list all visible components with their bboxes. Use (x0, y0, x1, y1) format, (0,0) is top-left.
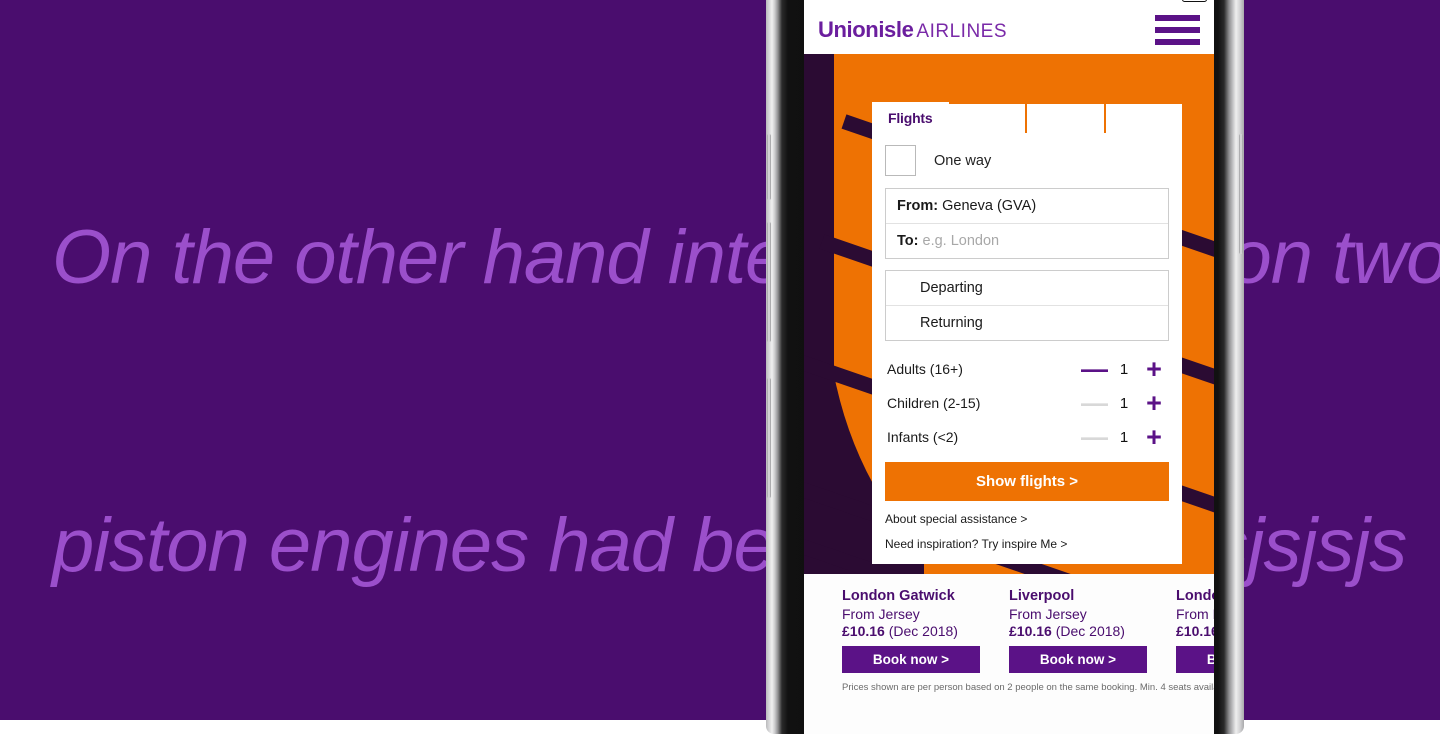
brand-subtitle: AIRLINES (916, 21, 1007, 42)
hero-artwork: Flights Hotels Cars Holidays One way Fro… (804, 54, 1214, 574)
adults-count: 1 (1107, 361, 1141, 378)
deal-price-value: £10.16 (1176, 623, 1214, 639)
booking-form: One way From: Geneva (GVA) To: e.g. Lond… (872, 133, 1182, 564)
deal-price: £10.16 (Jan 2019) (1176, 623, 1214, 639)
book-now-button[interactable]: Book now > (1009, 646, 1147, 673)
from-field[interactable]: From: Geneva (GVA) (886, 189, 1168, 223)
tab-holidays[interactable]: Holidays (1106, 102, 1183, 133)
deal-card: London Gatwick From Jersey £10.16 (Dec 2… (842, 588, 987, 673)
route-fieldgroup: From: Geneva (GVA) To: e.g. London (885, 188, 1169, 259)
deal-price-value: £10.16 (1009, 623, 1052, 639)
passenger-row-children: Children (2-15) — 1 + (885, 386, 1169, 420)
phone-mockup: ●●●○○ BELL ▿ 4:21 PM ❀ 100% UnionisleAIR… (766, 0, 1244, 734)
booking-card: Flights Hotels Cars Holidays One way Fro… (872, 102, 1182, 564)
tab-flights[interactable]: Flights (872, 102, 949, 133)
deal-card: Liverpool From Jersey £10.16 (Dec 2018) … (1009, 588, 1154, 673)
phone-screen: ●●●○○ BELL ▿ 4:21 PM ❀ 100% UnionisleAIR… (804, 0, 1214, 734)
one-way-checkbox[interactable] (885, 145, 916, 176)
passenger-label: Children (2-15) (887, 395, 1081, 411)
deal-card: London Gatwick From Inverness £10.16 (Ja… (1176, 588, 1214, 673)
phone-silent-switch[interactable] (767, 134, 771, 200)
app-header: UnionisleAIRLINES (804, 6, 1214, 54)
hamburger-menu-icon[interactable] (1155, 15, 1200, 45)
one-way-label: One way (934, 153, 991, 169)
deal-destination: Liverpool (1009, 588, 1154, 604)
dates-fieldgroup: Departing Returning (885, 270, 1169, 341)
from-value: Geneva (GVA) (942, 198, 1036, 214)
departing-field[interactable]: Departing (886, 271, 1168, 305)
deals-strip: London Gatwick From Jersey £10.16 (Dec 2… (804, 574, 1214, 734)
passenger-label: Adults (16+) (887, 361, 1081, 377)
adults-increment-button[interactable]: + (1141, 359, 1167, 379)
deal-origin: From Jersey (842, 606, 987, 622)
deal-price: £10.16 (Dec 2018) (842, 623, 987, 639)
tab-hotels[interactable]: Hotels (949, 102, 1028, 133)
battery-icon (1182, 0, 1207, 2)
returning-field[interactable]: Returning (886, 305, 1168, 340)
inspire-me-link[interactable]: Need inspiration? Try inspire Me > (885, 537, 1169, 551)
deal-price-period: (Dec 2018) (1056, 623, 1125, 639)
special-assistance-link[interactable]: About special assistance > (885, 512, 1169, 526)
book-now-button[interactable]: Book now > (1176, 646, 1214, 673)
to-field[interactable]: To: e.g. London (886, 223, 1168, 258)
deals-list: London Gatwick From Jersey £10.16 (Dec 2… (804, 588, 1214, 673)
booking-tabs: Flights Hotels Cars Holidays (872, 102, 1182, 133)
to-placeholder: e.g. London (923, 233, 1000, 249)
status-right-group: ❀ 100% (1131, 0, 1207, 3)
deal-price-value: £10.16 (842, 623, 885, 639)
brand-name: Unionisle (818, 17, 913, 42)
passenger-label: Infants (<2) (887, 429, 1081, 445)
deal-origin: From Jersey (1009, 606, 1154, 622)
battery-percent-label: 100% (1146, 0, 1177, 3)
deal-destination: London Gatwick (1176, 588, 1214, 604)
deal-destination: London Gatwick (842, 588, 987, 604)
status-bar: ●●●○○ BELL ▿ 4:21 PM ❀ 100% (804, 0, 1214, 6)
deal-origin: From Inverness (1176, 606, 1214, 622)
infants-increment-button[interactable]: + (1141, 427, 1167, 447)
one-way-row: One way (885, 145, 1169, 176)
children-increment-button[interactable]: + (1141, 393, 1167, 413)
deal-price: £10.16 (Dec 2018) (1009, 623, 1154, 639)
adults-decrement-button[interactable]: — (1081, 359, 1107, 379)
book-now-button[interactable]: Book now > (842, 646, 980, 673)
phone-volume-up-button[interactable] (767, 222, 771, 342)
children-decrement-button[interactable]: — (1081, 393, 1107, 413)
to-label: To: (897, 233, 918, 249)
phone-power-button[interactable] (1239, 134, 1243, 254)
infants-decrement-button[interactable]: — (1081, 427, 1107, 447)
deal-price-period: (Dec 2018) (889, 623, 958, 639)
from-label: From: (897, 198, 938, 214)
show-flights-button[interactable]: Show flights > (885, 462, 1169, 501)
passenger-row-adults: Adults (16+) — 1 + (885, 352, 1169, 386)
children-count: 1 (1107, 395, 1141, 412)
infants-count: 1 (1107, 429, 1141, 446)
tab-cars[interactable]: Cars (1027, 102, 1106, 133)
passenger-row-infants: Infants (<2) — 1 + (885, 420, 1169, 454)
bluetooth-icon: ❀ (1131, 0, 1141, 3)
phone-volume-down-button[interactable] (767, 378, 771, 498)
brand-logo[interactable]: UnionisleAIRLINES (818, 17, 1007, 43)
deals-disclaimer: Prices shown are per person based on 2 p… (804, 682, 1214, 693)
